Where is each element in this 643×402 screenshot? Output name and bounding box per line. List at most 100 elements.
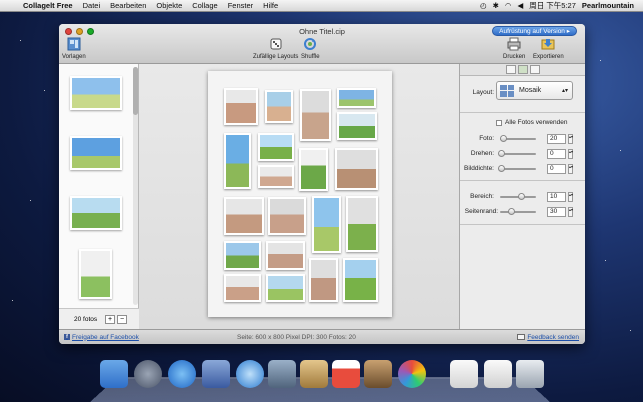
divider xyxy=(460,180,585,181)
menu-collage[interactable]: Collage xyxy=(187,1,222,10)
photo-thumbnail[interactable] xyxy=(70,76,122,110)
collage-photo[interactable] xyxy=(258,165,294,188)
collage-photo[interactable] xyxy=(335,148,378,190)
menu-file[interactable]: Datei xyxy=(78,1,106,10)
menu-help[interactable]: Hilfe xyxy=(258,1,283,10)
preview-icon[interactable] xyxy=(202,360,230,388)
density-slider-knob[interactable] xyxy=(498,165,505,172)
density-slider[interactable] xyxy=(498,165,536,172)
collage-photo[interactable] xyxy=(346,196,378,252)
collage-photo[interactable] xyxy=(312,196,341,253)
iphoto-icon[interactable] xyxy=(364,360,392,388)
calendar-icon[interactable] xyxy=(332,360,360,388)
menu-edit[interactable]: Bearbeiten xyxy=(105,1,151,10)
margin-slider[interactable] xyxy=(500,208,536,215)
trash-icon[interactable] xyxy=(516,360,544,388)
document-icon[interactable] xyxy=(484,360,512,388)
print-button[interactable]: Drucken xyxy=(503,37,525,60)
volume-icon[interactable]: ◀ xyxy=(514,1,526,10)
all-photos-label: Alle Fotos verwenden xyxy=(505,119,568,126)
collageit-icon[interactable] xyxy=(398,360,426,388)
contacts-icon[interactable] xyxy=(300,360,328,388)
area-slider[interactable] xyxy=(500,193,536,200)
area-label: Bereich: xyxy=(470,193,494,200)
collage-photo[interactable] xyxy=(268,197,306,235)
app-store-icon[interactable] xyxy=(168,360,196,388)
sidebar-scroll-thumb[interactable] xyxy=(133,67,138,115)
margin-slider-knob[interactable] xyxy=(508,208,515,215)
bluetooth-icon[interactable]: ✱ xyxy=(490,1,502,10)
tab-layout-settings[interactable] xyxy=(505,65,516,74)
rotate-stepper[interactable]: ▴▾ xyxy=(568,149,573,159)
add-photo-button[interactable]: + xyxy=(105,314,115,324)
export-button[interactable]: Exportieren xyxy=(533,37,564,60)
photo-count-slider[interactable] xyxy=(500,135,536,142)
collage-photo[interactable] xyxy=(224,88,258,125)
collage-photo[interactable] xyxy=(265,90,293,123)
density-field[interactable]: 0 xyxy=(547,164,566,174)
user-name[interactable]: Pearlmountain xyxy=(579,1,637,10)
menu-bar: Collagelt Free Datei Bearbeiten Objekte … xyxy=(0,0,643,12)
share-facebook-link[interactable]: f Freigabe auf Facebook xyxy=(64,334,139,341)
photo-thumbnail[interactable] xyxy=(70,136,122,170)
random-layouts-button[interactable]: Zufällige Layouts xyxy=(253,37,298,60)
sidebar-scrollbar[interactable] xyxy=(133,67,138,305)
rotate-slider[interactable] xyxy=(498,150,536,157)
photo-count-stepper[interactable]: ▴▾ xyxy=(568,134,573,144)
margin-stepper[interactable]: ▴▾ xyxy=(568,207,573,217)
menu-window[interactable]: Fenster xyxy=(223,1,258,10)
time-machine-icon[interactable]: ◴ xyxy=(477,1,490,10)
launchpad-icon[interactable] xyxy=(134,360,162,388)
upgrade-button[interactable]: Aufrüstung auf Version ▸ xyxy=(492,26,577,36)
density-label: Bilddichte: xyxy=(464,165,494,172)
templates-label: Vorlagen xyxy=(62,54,86,60)
area-slider-knob[interactable] xyxy=(518,193,525,200)
divider xyxy=(460,112,585,113)
collage-photo[interactable] xyxy=(299,148,328,191)
collage-photo[interactable] xyxy=(337,88,376,108)
collage-photo[interactable] xyxy=(300,89,331,141)
density-stepper[interactable]: ▴▾ xyxy=(568,164,573,174)
tab-photo-settings[interactable] xyxy=(517,65,528,74)
collage-photo[interactable] xyxy=(309,258,338,302)
send-feedback-link[interactable]: Feedback senden xyxy=(517,334,579,341)
collage-photo[interactable] xyxy=(343,258,378,302)
finder-icon[interactable] xyxy=(100,360,128,388)
rotate-slider-knob[interactable] xyxy=(498,150,505,157)
layout-select[interactable]: Mosaik ▴▾ xyxy=(496,81,573,100)
shuffle-button[interactable]: Shuffle xyxy=(301,37,320,60)
photo-thumbnail[interactable] xyxy=(70,196,122,230)
area-field[interactable]: 10 xyxy=(547,192,566,202)
all-photos-checkbox[interactable] xyxy=(496,120,502,126)
collage-photo[interactable] xyxy=(224,274,261,302)
facetime-icon[interactable] xyxy=(268,360,296,388)
photo-thumbnail-list xyxy=(59,64,131,307)
collage-photo[interactable] xyxy=(337,112,377,140)
export-icon xyxy=(541,39,555,50)
photo-count-field[interactable]: 20 xyxy=(547,134,566,144)
area-stepper[interactable]: ▴▾ xyxy=(568,192,573,202)
photo-count-slider-knob[interactable] xyxy=(500,135,507,142)
rotate-field[interactable]: 0 xyxy=(547,149,566,159)
collage-photo[interactable] xyxy=(224,241,261,270)
photo-sidebar: 20 fotos + − xyxy=(59,64,139,329)
safari-icon[interactable] xyxy=(236,360,264,388)
collage-photo[interactable] xyxy=(224,133,251,189)
collage-photo[interactable] xyxy=(266,274,305,302)
margin-field[interactable]: 30 xyxy=(547,207,566,217)
collage-photo[interactable] xyxy=(266,241,305,270)
photo-thumbnail[interactable] xyxy=(79,249,112,299)
wifi-icon[interactable]: ◠ xyxy=(502,1,515,10)
menu-app-name[interactable]: Collagelt Free xyxy=(18,1,78,10)
menu-objects[interactable]: Objekte xyxy=(151,1,187,10)
clock[interactable]: 周日 下午5:27 xyxy=(526,0,579,11)
collage-photo[interactable] xyxy=(258,133,294,161)
collage-photo[interactable] xyxy=(224,197,264,235)
tab-background-settings[interactable] xyxy=(529,65,540,74)
templates-button[interactable]: Vorlagen xyxy=(62,37,86,60)
document-icon[interactable] xyxy=(450,360,478,388)
remove-photo-button[interactable]: − xyxy=(117,314,127,324)
page-info: Seite: 600 x 800 Pixel DPI: 300 Fotos: 2… xyxy=(237,333,356,341)
collage-page[interactable] xyxy=(208,71,392,317)
send-feedback-label: Feedback senden xyxy=(527,333,579,341)
